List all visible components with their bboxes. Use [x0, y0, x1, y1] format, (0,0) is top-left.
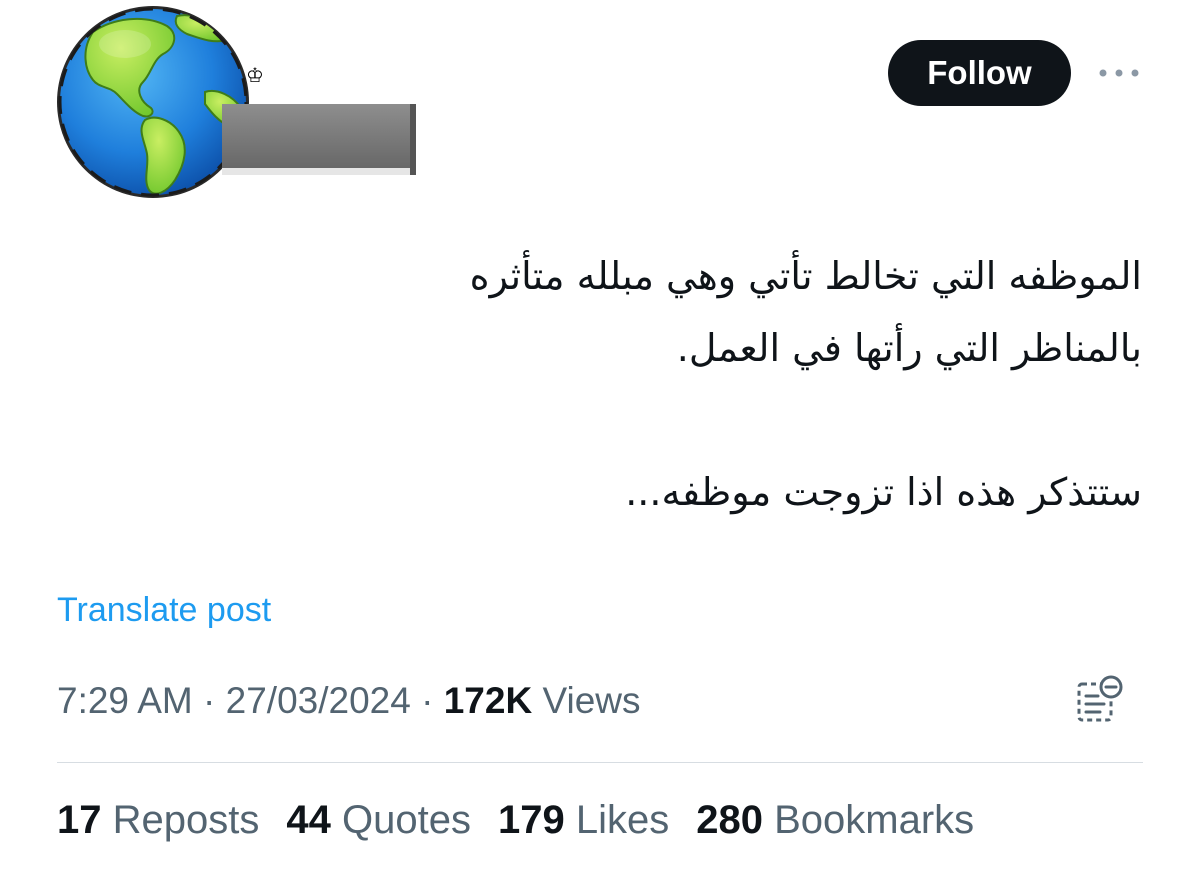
post-line-3: ستتذكر هذه اذا تزوجت موظفه...: [625, 470, 1142, 514]
reposts-label: Reposts: [112, 798, 260, 842]
quotes-count: 44: [286, 798, 331, 842]
reposts-stat[interactable]: 17 Reposts: [57, 796, 259, 844]
post-line-1: الموظفه التي تخالط تأتي وهي مبلله متأثره: [469, 254, 1142, 298]
divider: [57, 762, 1143, 763]
likes-label: Likes: [575, 798, 670, 842]
bookmarks-label: Bookmarks: [774, 798, 975, 842]
likes-count: 179: [497, 798, 565, 842]
badge-glyph: ♔: [246, 65, 264, 87]
meta-separator: ·: [421, 680, 434, 721]
quotes-stat[interactable]: 44 Quotes: [286, 796, 471, 844]
post-text: الموظفه التي تخالط تأتي وهي مبلله متأثره…: [322, 240, 1142, 528]
engagement-stats: 17 Reposts 44 Quotes 179 Likes 280 Bookm…: [57, 796, 974, 844]
views-label: Views: [542, 680, 641, 721]
post-date[interactable]: 27/03/2024: [226, 680, 411, 721]
post-meta: 7:29 AM · 27/03/2024 · 172K Views: [57, 678, 641, 724]
name-redaction: [222, 104, 416, 175]
meta-separator: ·: [203, 680, 216, 721]
quotes-label: Quotes: [342, 798, 471, 842]
views-count: 172K: [443, 680, 533, 721]
post-analytics-icon[interactable]: [1074, 674, 1126, 726]
likes-stat[interactable]: 179 Likes: [498, 796, 669, 844]
translate-post-link[interactable]: Translate post: [57, 588, 271, 632]
more-horizontal-icon[interactable]: [1097, 60, 1141, 86]
reposts-count: 17: [57, 798, 102, 842]
post-paragraph-gap: [322, 384, 1142, 456]
post-time[interactable]: 7:29 AM: [57, 680, 193, 721]
post-line-2: بالمناظر التي رأتها في العمل.: [676, 326, 1142, 370]
bookmarks-stat[interactable]: 280 Bookmarks: [696, 796, 974, 844]
bookmarks-count: 280: [696, 798, 763, 842]
follow-button[interactable]: Follow: [888, 40, 1071, 106]
